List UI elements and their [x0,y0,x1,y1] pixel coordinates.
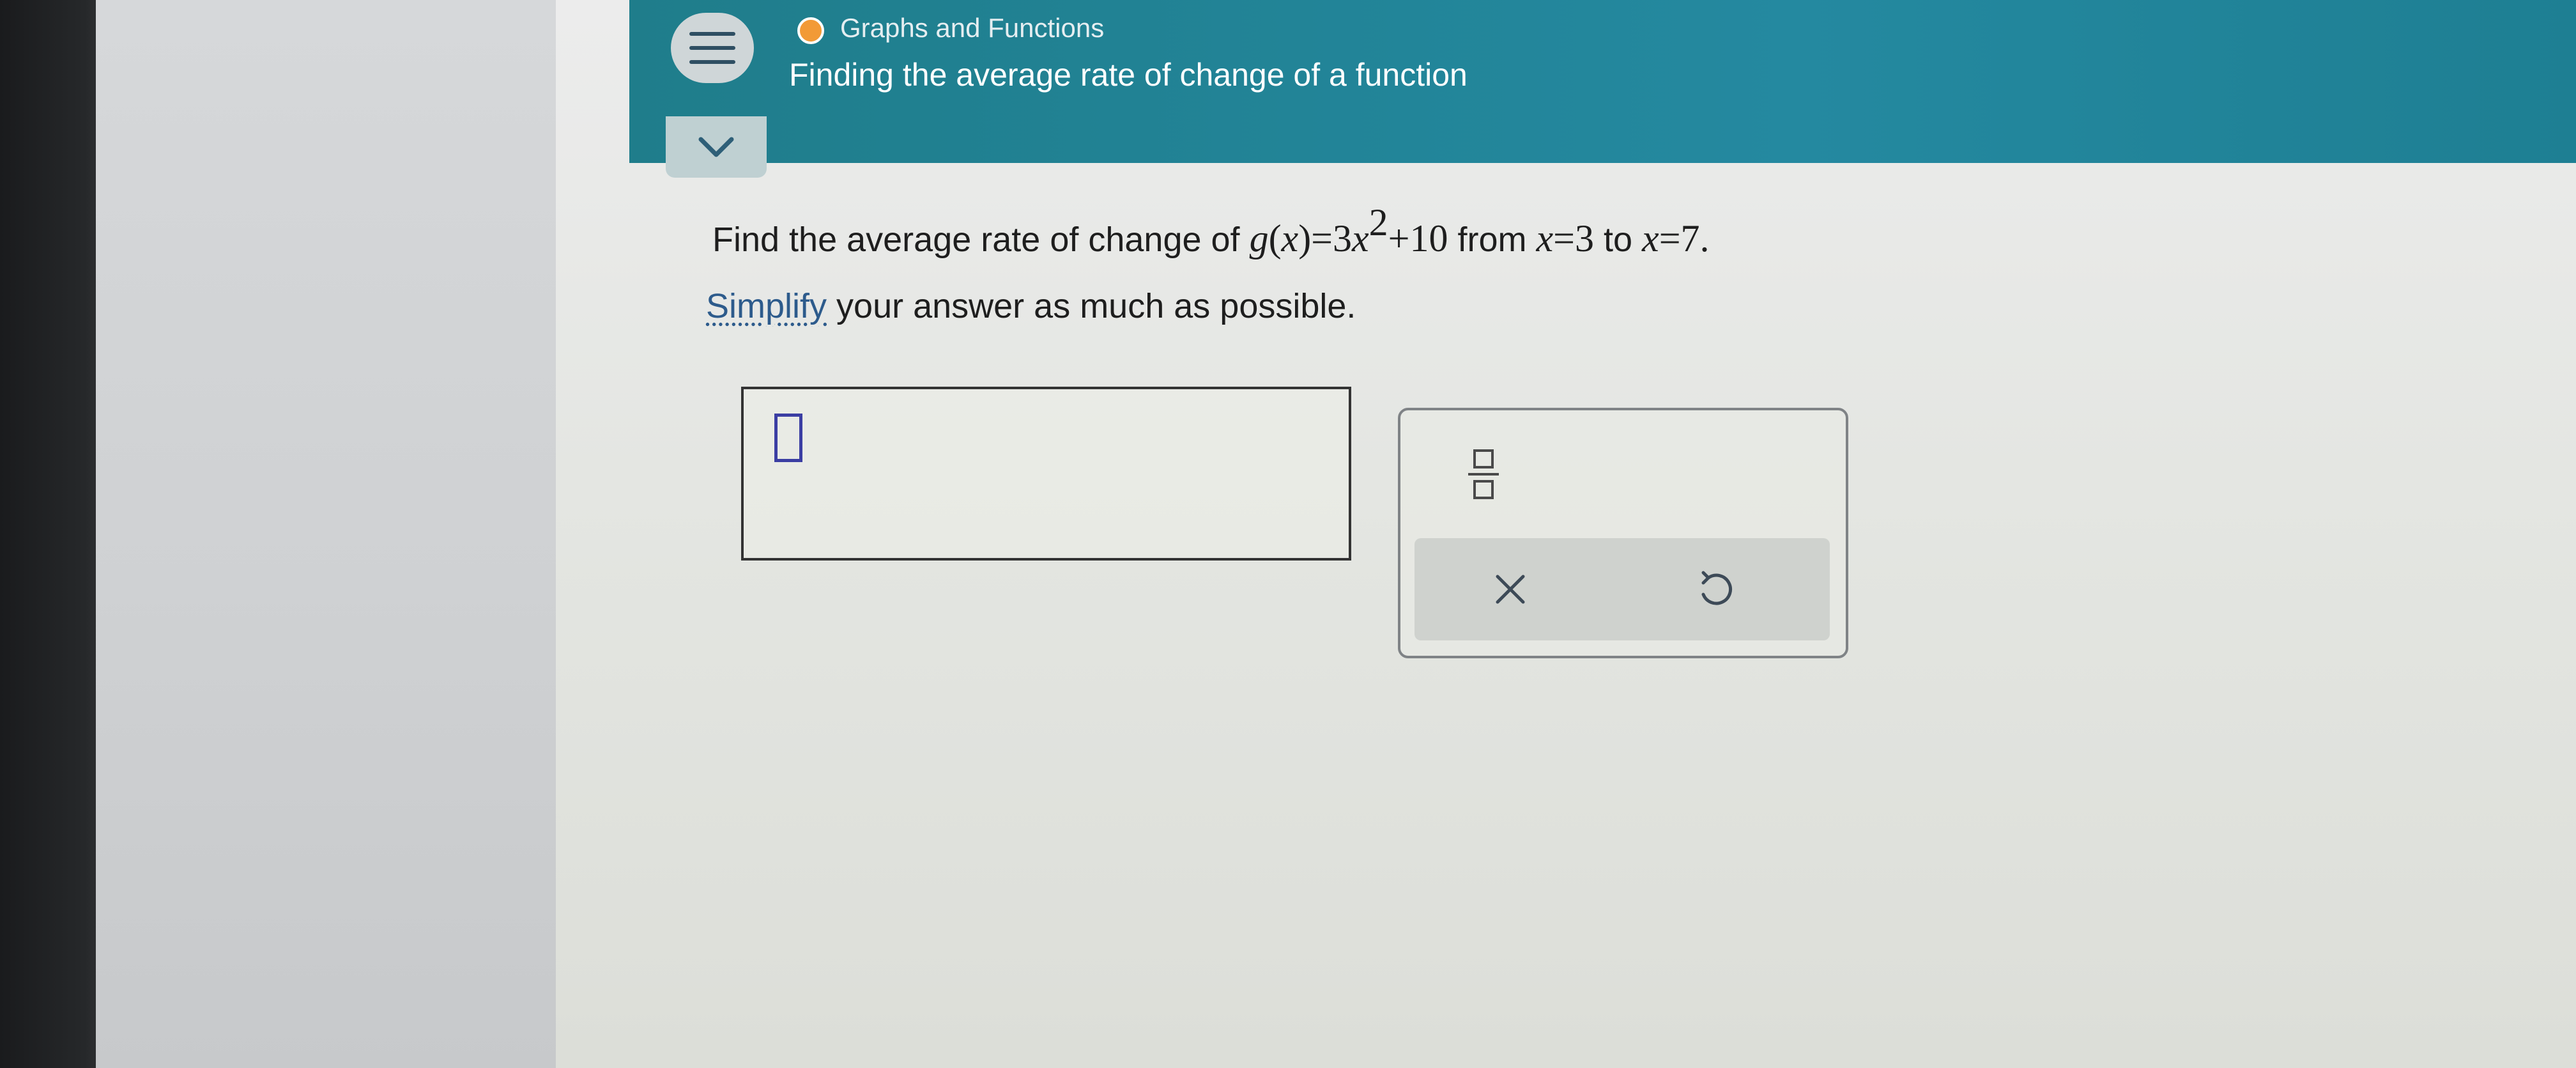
constant-term: +10 [1388,217,1448,259]
from-text: from [1448,221,1537,259]
fraction-icon-denominator [1473,480,1494,499]
hamburger-icon-line [689,60,735,64]
lesson-title: Finding the average rate of change of a … [789,57,1468,93]
fraction-button[interactable] [1458,436,1509,513]
instruction-text: Simplify your answer as much as possible… [706,286,1356,326]
end-value: =7. [1659,217,1710,259]
clear-button[interactable] [1478,557,1542,621]
function-argument: x [1281,217,1299,259]
topic-progress-icon [797,17,824,44]
toolbox-actions [1414,538,1830,640]
undo-button[interactable] [1683,557,1747,621]
chevron-down-icon [698,137,734,157]
input-placeholder-box [774,414,802,462]
undo-icon [1701,571,1732,605]
question-text: Find the average rate of change of g(x)=… [712,201,1710,259]
function-name: g [1249,217,1269,259]
variable: x [1352,217,1369,259]
topic-label: Graphs and Functions [840,13,1105,43]
answer-input[interactable] [741,387,1351,561]
hamburger-icon-line [689,46,735,50]
instruction-rest: your answer as much as possible. [827,287,1356,325]
fraction-icon-bar [1468,473,1499,476]
collapse-button[interactable] [666,116,767,178]
left-panel [96,0,632,1068]
start-value: =3 [1553,217,1594,259]
end-variable: x [1642,217,1659,259]
math-toolbox [1398,408,1848,658]
coefficient: 3 [1333,217,1353,259]
simplify-link[interactable]: Simplify [706,287,827,325]
start-variable: x [1536,217,1554,259]
hamburger-icon-line [689,32,735,36]
to-text: to [1594,221,1643,259]
fraction-icon-numerator [1473,449,1494,468]
close-icon [1496,575,1525,604]
equals-sign: = [1311,217,1333,259]
exponent: 2 [1368,201,1388,244]
question-prefix: Find the average rate of change of [712,221,1250,259]
menu-button[interactable] [671,13,754,83]
